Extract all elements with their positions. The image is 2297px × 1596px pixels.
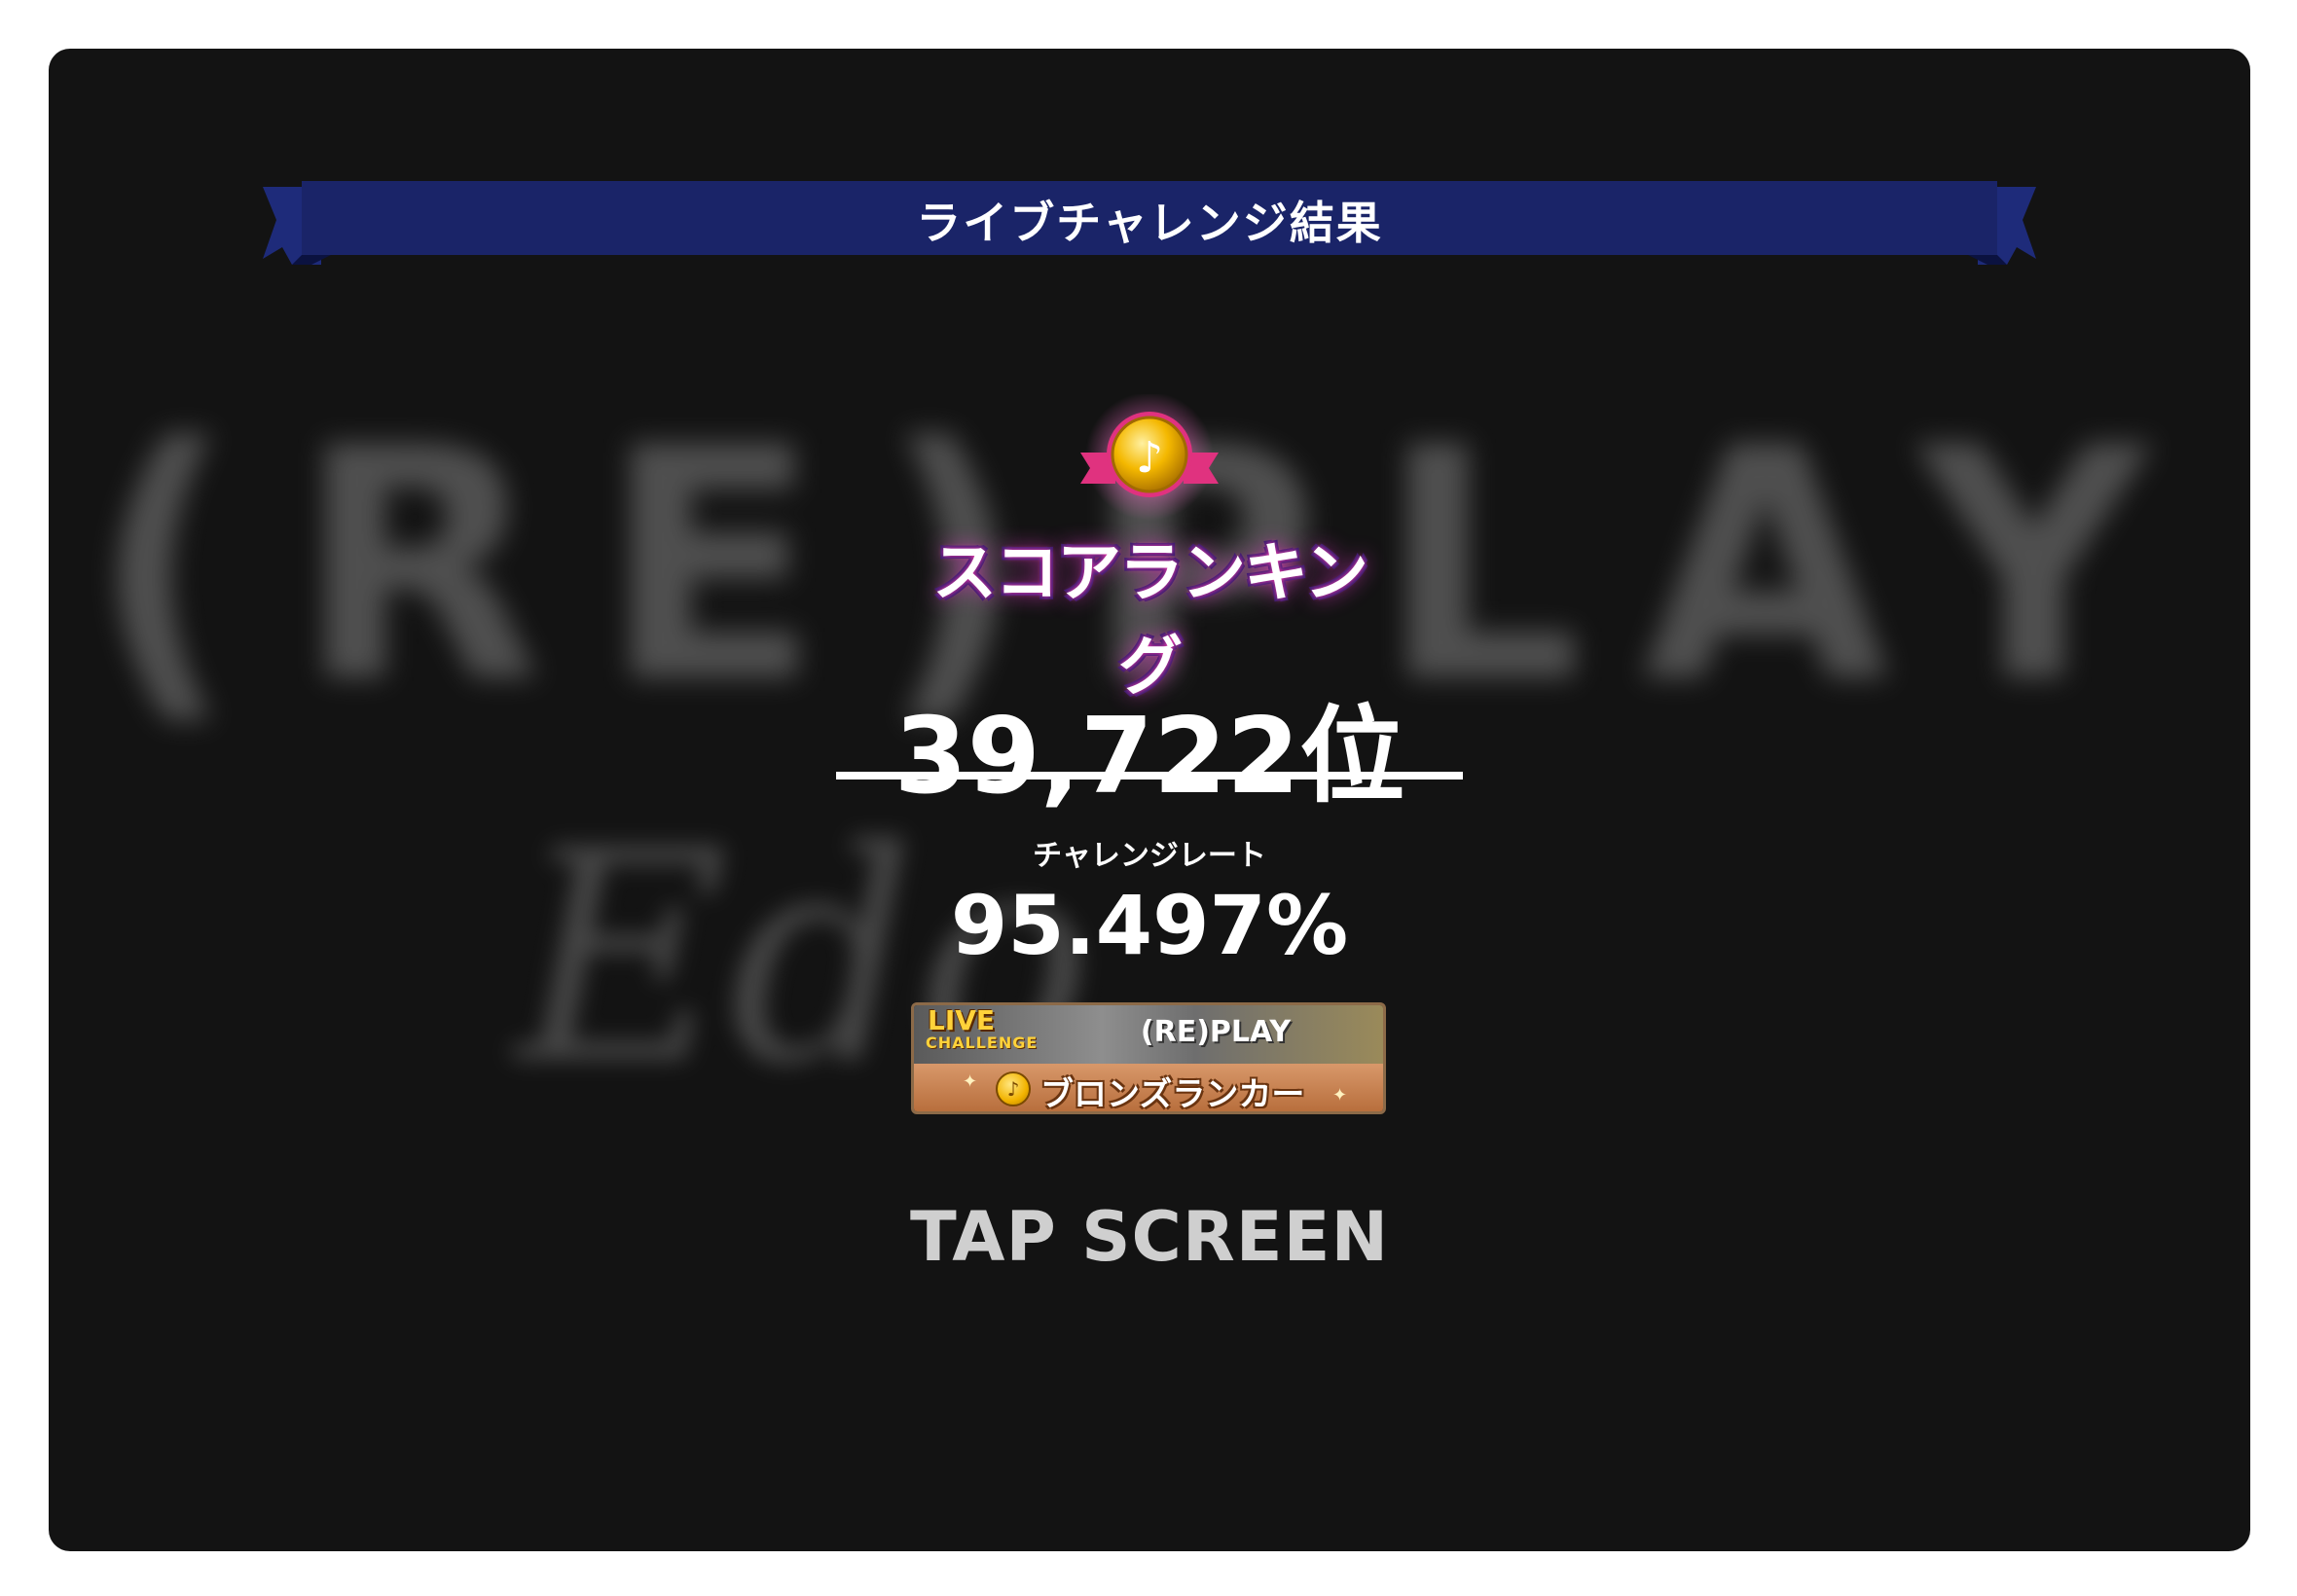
score-ranking-emblem: ♪ スコアランキング [915, 394, 1384, 704]
banner-title: ライブチャレンジ結果 [916, 197, 1383, 249]
badge-live-logo: LIVE [928, 1004, 996, 1036]
badge-challenge-logo: CHALLENGE [926, 1034, 1039, 1052]
badge-song-title: (RE)PLAY [1140, 1015, 1292, 1049]
gold-note-medal-icon: ♪ [1080, 394, 1219, 521]
result-screen[interactable]: (RE)PLAY Edo ライブチャレンジ結果 ♪ スコアランキング 39,72… [49, 49, 2250, 1551]
result-banner: ライブチャレンジ結果 [263, 181, 2036, 265]
sparkle-icon: ✦ [1332, 1085, 1348, 1106]
sparkle-icon: ✦ [963, 1071, 978, 1092]
bronze-coin-icon: ♪ [996, 1071, 1031, 1106]
ranker-title-badge: LIVE CHALLENGE (RE)PLAY ♪ ブロンズランカー ✦ ✦ [911, 1002, 1386, 1114]
challenge-rate-label: チャレンジレート [1033, 839, 1266, 873]
badge-tier-label: ブロンズランカー [1040, 1075, 1305, 1114]
tap-screen-prompt[interactable]: TAP SCREEN [49, 1197, 2250, 1277]
divider-line [836, 772, 1463, 780]
svg-text:♪: ♪ [1136, 433, 1163, 483]
ranking-position: 39,722位 [893, 696, 1405, 817]
challenge-rate-value: 95.497% [950, 878, 1349, 973]
